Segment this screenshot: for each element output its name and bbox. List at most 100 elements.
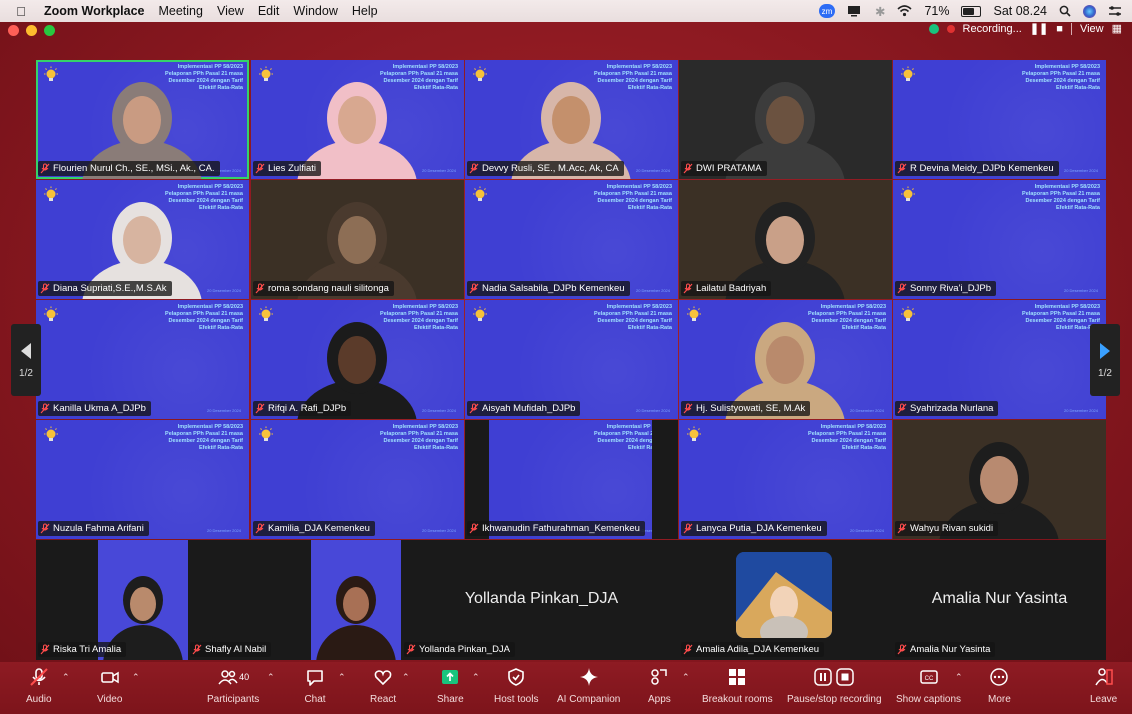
participant-name: R Devina Meidy_DJPb Kemenkeu xyxy=(910,163,1054,174)
participant-tile[interactable]: Implementasi PP 58/2023 Pelaporan PPh Pa… xyxy=(251,420,464,539)
apps-button[interactable]: Apps xyxy=(648,666,671,705)
host-tools-button[interactable]: Host tools xyxy=(494,666,538,705)
participant-tile[interactable]: Amalia Nur Yasinta Amalia Nur Yasinta xyxy=(893,540,1106,660)
participant-name-tag: Lailatul Badriyah xyxy=(681,281,772,296)
participant-tile[interactable]: Shafly Al Nabil xyxy=(188,540,402,660)
apps-options-chevron-icon[interactable]: ⌃ xyxy=(682,672,690,683)
slide-date: 20 Desember 2024 xyxy=(849,528,884,533)
participant-name: Lies Zulfiati xyxy=(268,163,317,174)
ai-companion-label: AI Companion xyxy=(557,694,621,705)
chat-button[interactable]: Chat xyxy=(304,666,326,705)
participant-tile[interactable]: Yollanda Pinkan_DJA Yollanda Pinkan_DJA xyxy=(402,540,681,660)
battery-icon[interactable] xyxy=(961,5,982,17)
leave-button[interactable]: Leave xyxy=(1090,666,1117,705)
view-label[interactable]: View xyxy=(1080,23,1104,35)
captions-options-chevron-icon[interactable]: ⌃ xyxy=(955,672,963,683)
participant-name: Ikhwanudin Fathurahman_Kemenkeu xyxy=(482,523,640,534)
mic-muted-icon xyxy=(683,163,693,174)
bluetooth-icon[interactable]: ✱ xyxy=(875,4,885,19)
pause-stop-recording-button[interactable]: Pause/stop recording xyxy=(787,666,882,705)
participant-tile[interactable]: Implementasi PP 58/2023 Pelaporan PPh Pa… xyxy=(465,300,678,419)
next-page-button[interactable]: 1/2 xyxy=(1090,324,1120,396)
menu-app-name[interactable]: Zoom Workplace xyxy=(44,4,144,18)
audio-label: Audio xyxy=(26,694,52,705)
recording-indicator: Recording... ❚❚ ■ View ▦ xyxy=(928,22,1122,35)
lightbulb-icon xyxy=(44,426,58,441)
show-captions-button[interactable]: CC Show captions xyxy=(896,666,961,705)
participants-button[interactable]: 40 Participants xyxy=(207,666,259,705)
video-options-chevron-icon[interactable]: ⌃ xyxy=(132,672,140,683)
participant-tile[interactable]: Implementasi PP 58/2023 Pelaporan PPh Pa… xyxy=(893,300,1106,419)
mic-muted-icon xyxy=(469,283,479,294)
minimize-window-button[interactable] xyxy=(26,25,37,36)
pause-recording-icon[interactable]: ❚❚ xyxy=(1030,22,1048,35)
participant-name: Kamilia_DJA Kemenkeu xyxy=(268,523,370,534)
participant-tile[interactable]: Implementasi PP 58/2023 Pelaporan PPh Pa… xyxy=(36,300,249,419)
menu-edit[interactable]: Edit xyxy=(258,4,280,18)
participant-tile[interactable]: Implementasi PP 58/2023 Pelaporan PPh Pa… xyxy=(893,180,1106,299)
video-button[interactable]: Video xyxy=(97,666,122,705)
participant-tile[interactable]: DWI PRATAMA xyxy=(679,60,892,179)
react-options-chevron-icon[interactable]: ⌃ xyxy=(402,672,410,683)
participant-tile[interactable]: Implementasi PP 58/2023 Pelaporan PPh Pa… xyxy=(465,60,678,179)
wifi-icon[interactable] xyxy=(897,5,912,17)
share-button[interactable]: Share xyxy=(437,666,464,705)
participant-tile[interactable]: Implementasi PP 58/2023 Pelaporan PPh Pa… xyxy=(251,300,464,419)
mic-muted-icon xyxy=(897,644,907,655)
stop-recording-icon[interactable]: ■ xyxy=(1056,23,1063,35)
recording-label: Recording... xyxy=(962,22,1022,35)
menu-meeting[interactable]: Meeting xyxy=(158,4,202,18)
participant-tile[interactable]: Lailatul Badriyah xyxy=(679,180,892,299)
shared-slide-text: Implementasi PP 58/2023 Pelaporan PPh Pa… xyxy=(380,424,458,451)
participant-name-tag: Sonny Riva'i_DJPb xyxy=(895,281,997,296)
breakout-rooms-button[interactable]: Breakout rooms xyxy=(702,666,773,705)
control-center-icon[interactable] xyxy=(1108,5,1122,17)
menu-view[interactable]: View xyxy=(217,4,244,18)
participant-tile[interactable]: roma sondang nauli silitonga xyxy=(251,180,464,299)
participant-name-tag: R Devina Meidy_DJPb Kemenkeu xyxy=(895,161,1059,176)
mic-muted-icon xyxy=(192,644,202,655)
slide-date: 20 Desember 2024 xyxy=(421,528,456,533)
share-options-chevron-icon[interactable]: ⌃ xyxy=(472,672,480,683)
participant-tile[interactable]: Implementasi PP 58/2023 Pelaporan PPh Pa… xyxy=(36,420,249,539)
breakout-rooms-icon xyxy=(729,669,746,685)
breakout-rooms-label: Breakout rooms xyxy=(702,694,773,705)
shared-slide-text: Implementasi PP 58/2023 Pelaporan PPh Pa… xyxy=(808,424,886,451)
react-button[interactable]: React xyxy=(370,666,396,705)
participant-tile[interactable]: Implementasi PP 58/2023 Pelaporan PPh Pa… xyxy=(36,60,249,179)
participant-tile[interactable]: Implementasi PP 58/2023 Pelaporan PPh Pa… xyxy=(893,60,1106,179)
participants-options-chevron-icon[interactable]: ⌃ xyxy=(267,672,275,683)
lightbulb-icon xyxy=(473,186,487,201)
participant-tile[interactable]: Amalia Adila_DJA Kemenkeu xyxy=(679,540,893,660)
zoom-status-icon[interactable]: zm xyxy=(818,4,835,18)
participant-tile[interactable]: Implementasi PP 58/2023 Pelaporan PPh Pa… xyxy=(251,60,464,179)
audio-button[interactable]: Audio xyxy=(26,666,52,705)
siri-icon[interactable] xyxy=(1083,4,1096,18)
close-window-button[interactable] xyxy=(8,25,19,36)
more-button[interactable]: More xyxy=(988,666,1011,705)
ai-companion-button[interactable]: AI Companion xyxy=(557,666,620,705)
participant-tile[interactable]: Implementasi PP 58/2023 Pelaporan PPh Pa… xyxy=(679,420,892,539)
participant-tile[interactable]: Riska Tri Amalia xyxy=(36,540,188,660)
screen-share-icon[interactable] xyxy=(847,5,863,17)
participant-tile[interactable]: Implementasi PP 58/2023 Pelaporan PPh Pa… xyxy=(36,180,249,299)
zoom-window-button[interactable] xyxy=(44,25,55,36)
mic-muted-icon xyxy=(255,283,265,294)
audio-options-chevron-icon[interactable]: ⌃ xyxy=(62,672,70,683)
menu-window[interactable]: Window xyxy=(293,4,337,18)
participant-tile[interactable]: Implementasi PP 58/2023 Pelaporan PPh Pa… xyxy=(465,420,678,539)
participant-tile[interactable]: Implementasi PP 58/2023 Pelaporan PPh Pa… xyxy=(465,180,678,299)
chat-options-chevron-icon[interactable]: ⌃ xyxy=(338,672,346,683)
participant-tile[interactable]: Wahyu Rivan sukidi xyxy=(893,420,1106,539)
participant-tile[interactable]: Implementasi PP 58/2023 Pelaporan PPh Pa… xyxy=(679,300,892,419)
sparkle-icon xyxy=(579,668,598,686)
clock[interactable]: Sat 08.24 xyxy=(993,4,1047,18)
menu-help[interactable]: Help xyxy=(352,4,378,18)
spotlight-search-icon[interactable] xyxy=(1059,5,1071,17)
apple-icon[interactable]:  xyxy=(14,4,28,19)
grid-view-icon[interactable]: ▦ xyxy=(1112,22,1122,35)
participant-name-tag: Nuzula Fahma Arifani xyxy=(38,521,149,536)
participant-name-tag: Rifqi A. Rafi_DJPb xyxy=(253,401,352,416)
arrow-left-icon xyxy=(21,342,31,359)
previous-page-button[interactable]: 1/2 xyxy=(11,324,41,396)
